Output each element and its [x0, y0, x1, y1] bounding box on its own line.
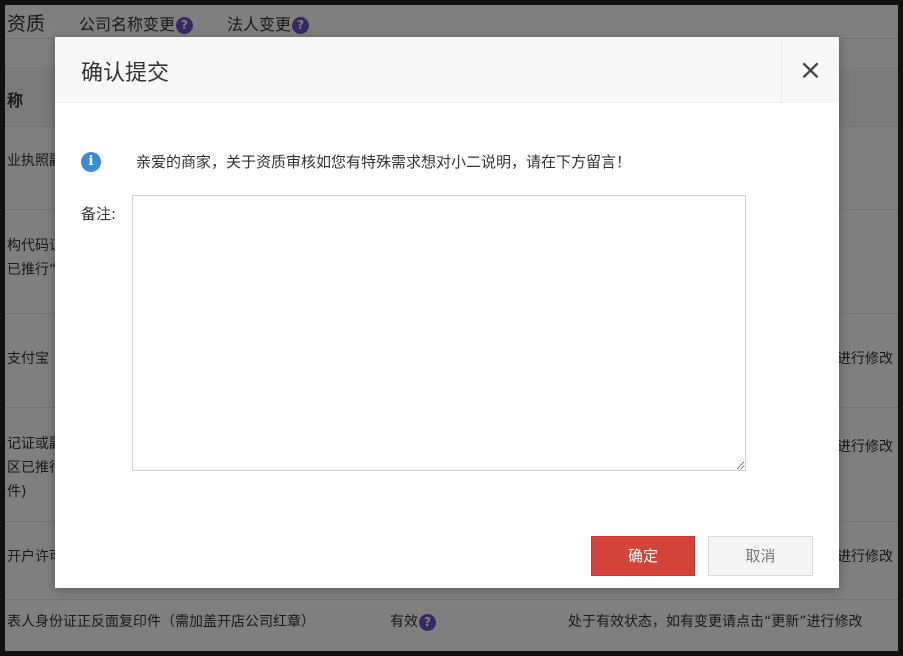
confirm-submit-dialog: 确认提交 × i 亲爱的商家，关于资质审核如您有特殊需求想对小二说明，请在下方留…	[55, 37, 839, 588]
confirm-button[interactable]: 确定	[591, 536, 695, 576]
info-icon: i	[81, 152, 101, 172]
remark-label: 备注:	[81, 205, 117, 223]
remark-textarea[interactable]	[132, 195, 746, 471]
cancel-button[interactable]: 取消	[708, 536, 813, 576]
info-text: 亲爱的商家，关于资质审核如您有特殊需求想对小二说明，请在下方留言！	[136, 153, 632, 171]
screenshot-frame: 资质 公司名称变更? 法人变更? 称 业执照副 构代码证 已推行“ 支付宝 进行…	[0, 0, 903, 656]
dialog-header: 确认提交 ×	[55, 37, 839, 103]
close-icon[interactable]: ×	[781, 37, 839, 103]
dialog-title: 确认提交	[81, 61, 170, 86]
